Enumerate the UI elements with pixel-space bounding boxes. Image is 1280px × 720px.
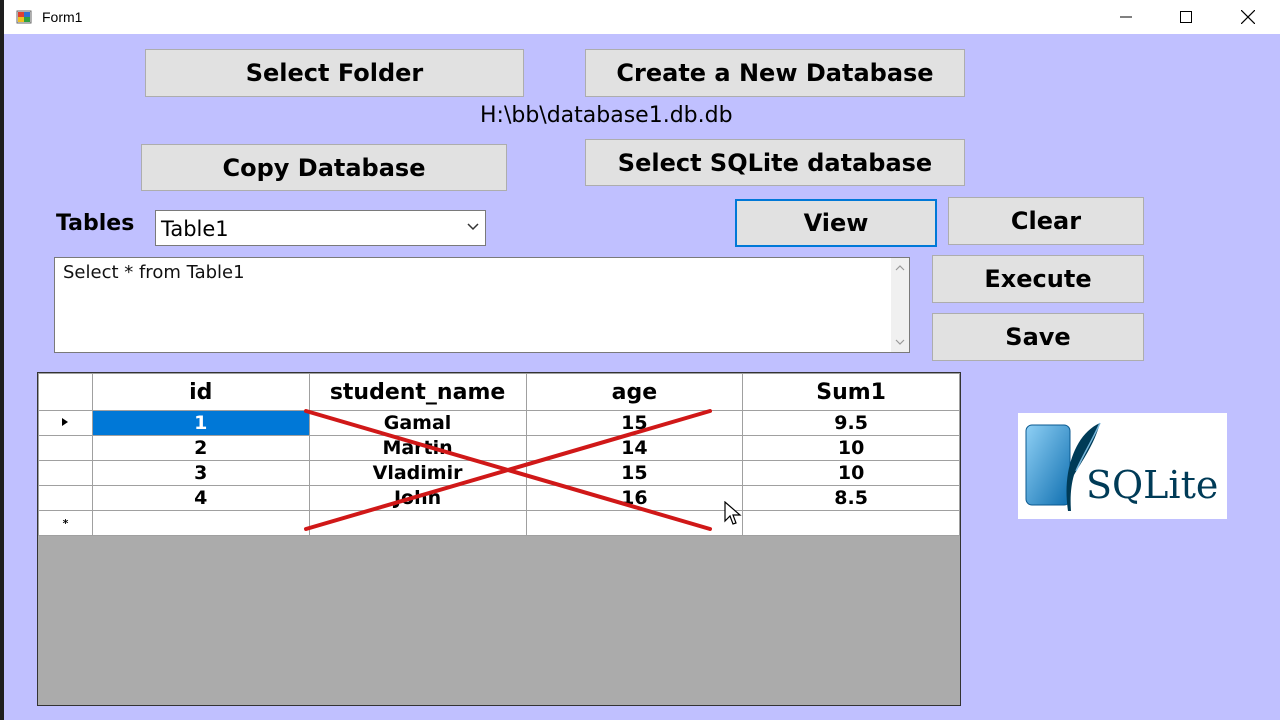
grid-cell[interactable]: 10 xyxy=(742,435,960,461)
form-window: Form1 Select Folder Create a New Databas… xyxy=(4,0,1280,720)
grid-cell[interactable]: 10 xyxy=(742,460,960,486)
grid-cell[interactable]: 4 xyxy=(91,485,310,511)
tables-label: Tables xyxy=(56,211,135,236)
scroll-down-icon xyxy=(895,339,905,345)
row-header[interactable] xyxy=(38,485,93,511)
query-text: Select * from Table1 xyxy=(63,262,245,283)
query-scrollbar[interactable] xyxy=(891,258,909,352)
grid-cell[interactable] xyxy=(742,510,960,536)
grid-header-row: id student_name age Sum1 xyxy=(38,373,960,411)
table-row[interactable]: 1 Gamal 15 9.5 xyxy=(38,410,960,436)
grid-cell[interactable]: Martin xyxy=(308,435,527,461)
window-title: Form1 xyxy=(42,9,83,25)
column-header-student-name[interactable]: student_name xyxy=(308,373,527,411)
database-path-label: H:\bb\database1.db.db xyxy=(480,103,733,128)
app-icon xyxy=(16,10,32,24)
table-row[interactable]: 3 Vladimir 15 10 xyxy=(38,460,960,486)
row-header-current[interactable] xyxy=(38,410,93,436)
sqlite-logo: SQLite xyxy=(1018,413,1227,519)
copy-database-button[interactable]: Copy Database xyxy=(141,144,507,191)
grid-corner-cell[interactable] xyxy=(38,373,93,411)
grid-cell[interactable]: Vladimir xyxy=(308,460,527,486)
grid-cell[interactable]: 9.5 xyxy=(742,410,960,436)
clear-button[interactable]: Clear xyxy=(948,197,1144,245)
grid-cell[interactable]: 15 xyxy=(525,460,744,486)
scroll-up-icon xyxy=(895,265,905,271)
grid-cell[interactable]: 3 xyxy=(91,460,310,486)
title-bar: Form1 xyxy=(4,0,1280,34)
grid-cell[interactable]: 1 xyxy=(91,410,310,436)
maximize-button[interactable] xyxy=(1156,0,1216,34)
column-header-age[interactable]: age xyxy=(525,373,744,411)
grid-cell[interactable] xyxy=(308,510,527,536)
minimize-button[interactable] xyxy=(1096,0,1156,34)
logo-text: SQLite xyxy=(1086,463,1219,507)
close-button[interactable] xyxy=(1218,0,1278,34)
close-icon xyxy=(1241,10,1255,24)
mouse-cursor-icon xyxy=(724,501,742,525)
grid-cell[interactable]: John xyxy=(308,485,527,511)
grid-cell[interactable]: 2 xyxy=(91,435,310,461)
select-sqlite-database-button[interactable]: Select SQLite database xyxy=(585,139,965,186)
data-grid[interactable]: id student_name age Sum1 1 Gamal 15 9.5 … xyxy=(37,372,961,706)
maximize-icon xyxy=(1180,11,1192,23)
column-header-sum1[interactable]: Sum1 xyxy=(742,373,960,411)
grid-cell[interactable]: 15 xyxy=(525,410,744,436)
grid-cell[interactable]: 16 xyxy=(525,485,744,511)
minimize-icon xyxy=(1120,16,1132,18)
chevron-down-icon xyxy=(467,223,479,231)
new-row[interactable]: * xyxy=(38,510,960,536)
row-header[interactable] xyxy=(38,435,93,461)
select-folder-button[interactable]: Select Folder xyxy=(145,49,524,97)
tables-dropdown-value: Table1 xyxy=(161,217,229,241)
new-row-marker: * xyxy=(38,510,93,536)
row-header[interactable] xyxy=(38,460,93,486)
column-header-id[interactable]: id xyxy=(91,373,310,411)
execute-button[interactable]: Execute xyxy=(932,255,1144,303)
grid-cell[interactable]: Gamal xyxy=(308,410,527,436)
view-button[interactable]: View xyxy=(735,199,937,247)
table-row[interactable]: 2 Martin 14 10 xyxy=(38,435,960,461)
grid-cell[interactable] xyxy=(525,510,744,536)
grid-cell[interactable] xyxy=(91,510,310,536)
current-row-arrow-icon xyxy=(62,417,69,426)
query-textbox[interactable]: Select * from Table1 xyxy=(54,257,910,353)
grid-cell[interactable]: 8.5 xyxy=(742,485,960,511)
table-row[interactable]: 4 John 16 8.5 xyxy=(38,485,960,511)
save-button[interactable]: Save xyxy=(932,313,1144,361)
create-new-database-button[interactable]: Create a New Database xyxy=(585,49,965,97)
grid-cell[interactable]: 14 xyxy=(525,435,744,461)
tables-dropdown[interactable]: Table1 xyxy=(155,210,486,246)
